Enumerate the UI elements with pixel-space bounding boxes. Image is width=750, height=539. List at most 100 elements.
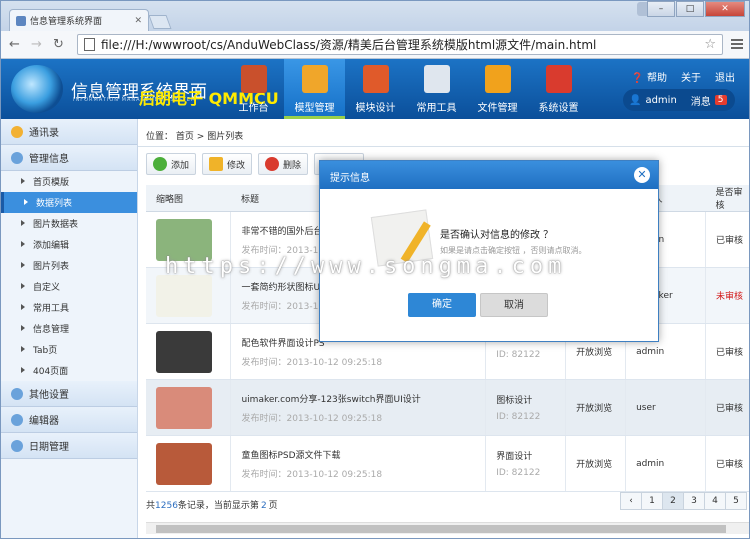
nav-item-5[interactable]: 系统设置 [528,59,589,119]
sidebar-item-8[interactable]: Tab页 [1,339,137,360]
current-page: 2 [260,501,267,511]
minimize-button[interactable]: – [647,1,675,17]
group-icon [11,387,23,400]
title-cell: 童鱼图标PSD源文件下载 发布时间：2013-10-12 09:25:18 [230,435,487,492]
bookmark-star-icon[interactable]: ☆ [704,37,716,52]
maximize-button[interactable]: □ [676,1,704,17]
nav-icon [424,65,450,93]
group-icon [11,439,23,452]
nav-label: 常用工具 [416,103,457,114]
nav-item-1[interactable]: 模型管理 [284,59,345,119]
page-button-3[interactable]: 3 [683,492,705,510]
browser-menu-icon[interactable] [731,39,743,49]
tab-title: 信息管理系统界面 [30,17,103,27]
thumb-cell [146,435,232,492]
page-button-4[interactable]: 4 [704,492,726,510]
url-text: file:///H:/wwwroot/cs/AnduWebClass/资源/精美… [101,38,597,52]
category-cell: 界面设计 ID: 82122 [485,435,567,492]
sidebar-group-label: 其他设置 [29,390,69,401]
app-header: 信息管理系统界面 INFORMATION MANAGEMENT SYSTEM 后… [1,59,749,119]
help-label: 帮助 [647,73,667,84]
new-tab-button[interactable] [148,15,172,29]
access-cell: 开放浏览 [565,435,627,492]
sidebar-item-3[interactable]: 添加编辑 [1,234,137,255]
breadcrumb-home[interactable]: 首页 [176,132,194,142]
sidebar-item-4[interactable]: 图片列表 [1,255,137,276]
scrollbar-thumb[interactable] [156,525,726,533]
row-date: 发布时间：2013-10-12 09:25:18 [241,469,383,480]
exit-link[interactable]: 退出 [715,69,735,84]
table-row[interactable]: 童鱼图标PSD源文件下载 发布时间：2013-10-12 09:25:18 界面设计… [146,435,749,492]
delete-button[interactable]: 删除 [258,153,309,175]
page-button-1[interactable]: 1 [641,492,663,510]
thumb-cell [146,379,232,436]
sidebar-group-label: 编辑器 [29,416,59,427]
plus-icon [153,157,167,171]
confirm-button[interactable]: 确定 [408,293,476,317]
column-header: 是否审核 [705,185,749,212]
sidebar-group-label: 通讯录 [29,128,59,139]
record-count: 1256 [155,501,178,511]
breadcrumb: 位置： 首页 > 图片列表 [138,119,749,147]
sidebar-item-2[interactable]: 图片数据表 [1,213,137,234]
message-count-badge: 5 [714,95,727,105]
close-icon[interactable]: ✕ [634,167,650,183]
cancel-button[interactable]: 取消 [480,293,548,317]
row-title[interactable]: 童鱼图标PSD源文件下载 [241,448,485,461]
table-row[interactable]: uimaker.com分享-123张switch界面UI设计 发布时间：2013-… [146,379,749,436]
user-box[interactable]: 👤 admin 消息 5 [623,89,735,111]
page-button-5[interactable]: 5 [725,492,747,510]
browser-tab[interactable]: 信息管理系统界面 ✕ [9,9,149,31]
sidebar-item-9[interactable]: 404页面 [1,360,137,381]
row-category: 图标设计 [496,396,533,406]
nav-icon [241,65,267,93]
sidebar-item-1[interactable]: 数据列表 [1,192,137,213]
nav-label: 模型管理 [294,103,335,114]
close-window-button[interactable]: ✕ [705,1,745,17]
nav-icon [485,65,511,93]
back-icon[interactable]: ← [9,37,20,52]
url-field[interactable]: file:///H:/wwwroot/cs/AnduWebClass/资源/精美… [77,34,723,55]
reload-icon[interactable]: ↻ [53,37,64,52]
page-button-2[interactable]: 2 [662,492,684,510]
sidebar: 通讯录管理信息 首页模版 数据列表 图片数据表 添加编辑 图片列表 自定义 常用工具 信息管理 T… [1,119,138,538]
sidebar-group-1[interactable]: 管理信息 [1,145,137,171]
sidebar-item-0[interactable]: 首页模版 [1,171,137,192]
nav-label: 工作台 [238,103,269,114]
edit-button[interactable]: 修改 [202,153,253,175]
row-title[interactable]: uimaker.com分享-123张switch界面UI设计 [241,392,485,405]
file-icon [84,38,95,51]
horizontal-scrollbar[interactable] [146,522,749,534]
confirm-dialog: 提示信息 ✕ 是否确认对信息的修改 ？ 如果是请点击确定按钮 ，否则请点取消。 … [319,160,659,342]
group-icon [11,151,23,164]
messages-label[interactable]: 消息 [691,93,711,108]
add-button[interactable]: 添加 [146,153,197,175]
sidebar-item-5[interactable]: 自定义 [1,276,137,297]
nav-label: 文件管理 [477,103,518,114]
page-button-0[interactable]: ‹ [620,492,642,510]
close-tab-icon[interactable]: ✕ [134,16,142,26]
thumbnail-image[interactable] [156,330,212,373]
breadcrumb-label: 位置： [146,132,174,142]
thumbnail-image[interactable] [156,274,212,317]
thumbnail-image[interactable] [156,442,212,485]
sidebar-group-2[interactable]: 其他设置 [1,381,137,407]
nav-item-0[interactable]: 工作台 [223,59,284,119]
sidebar-group-0[interactable]: 通讯录 [1,119,137,145]
top-links: ❓ 帮助 关于 退出 [631,69,735,84]
forward-icon[interactable]: → [31,37,42,52]
sidebar-item-6[interactable]: 常用工具 [1,297,137,318]
row-id: ID: 82122 [496,349,541,360]
thumbnail-image[interactable] [156,386,212,429]
nav-item-4[interactable]: 文件管理 [467,59,528,119]
help-link[interactable]: ❓ 帮助 [631,69,667,84]
sidebar-group-3[interactable]: 编辑器 [1,407,137,433]
column-header: 缩略图 [146,185,231,212]
about-link[interactable]: 关于 [681,69,701,84]
sidebar-item-7[interactable]: 信息管理 [1,318,137,339]
nav-item-3[interactable]: 常用工具 [406,59,467,119]
nav-label: 模块设计 [355,103,396,114]
sidebar-group-4[interactable]: 日期管理 [1,433,137,459]
nav-item-2[interactable]: 模块设计 [345,59,406,119]
dialog-header: 提示信息 ✕ [320,161,658,189]
